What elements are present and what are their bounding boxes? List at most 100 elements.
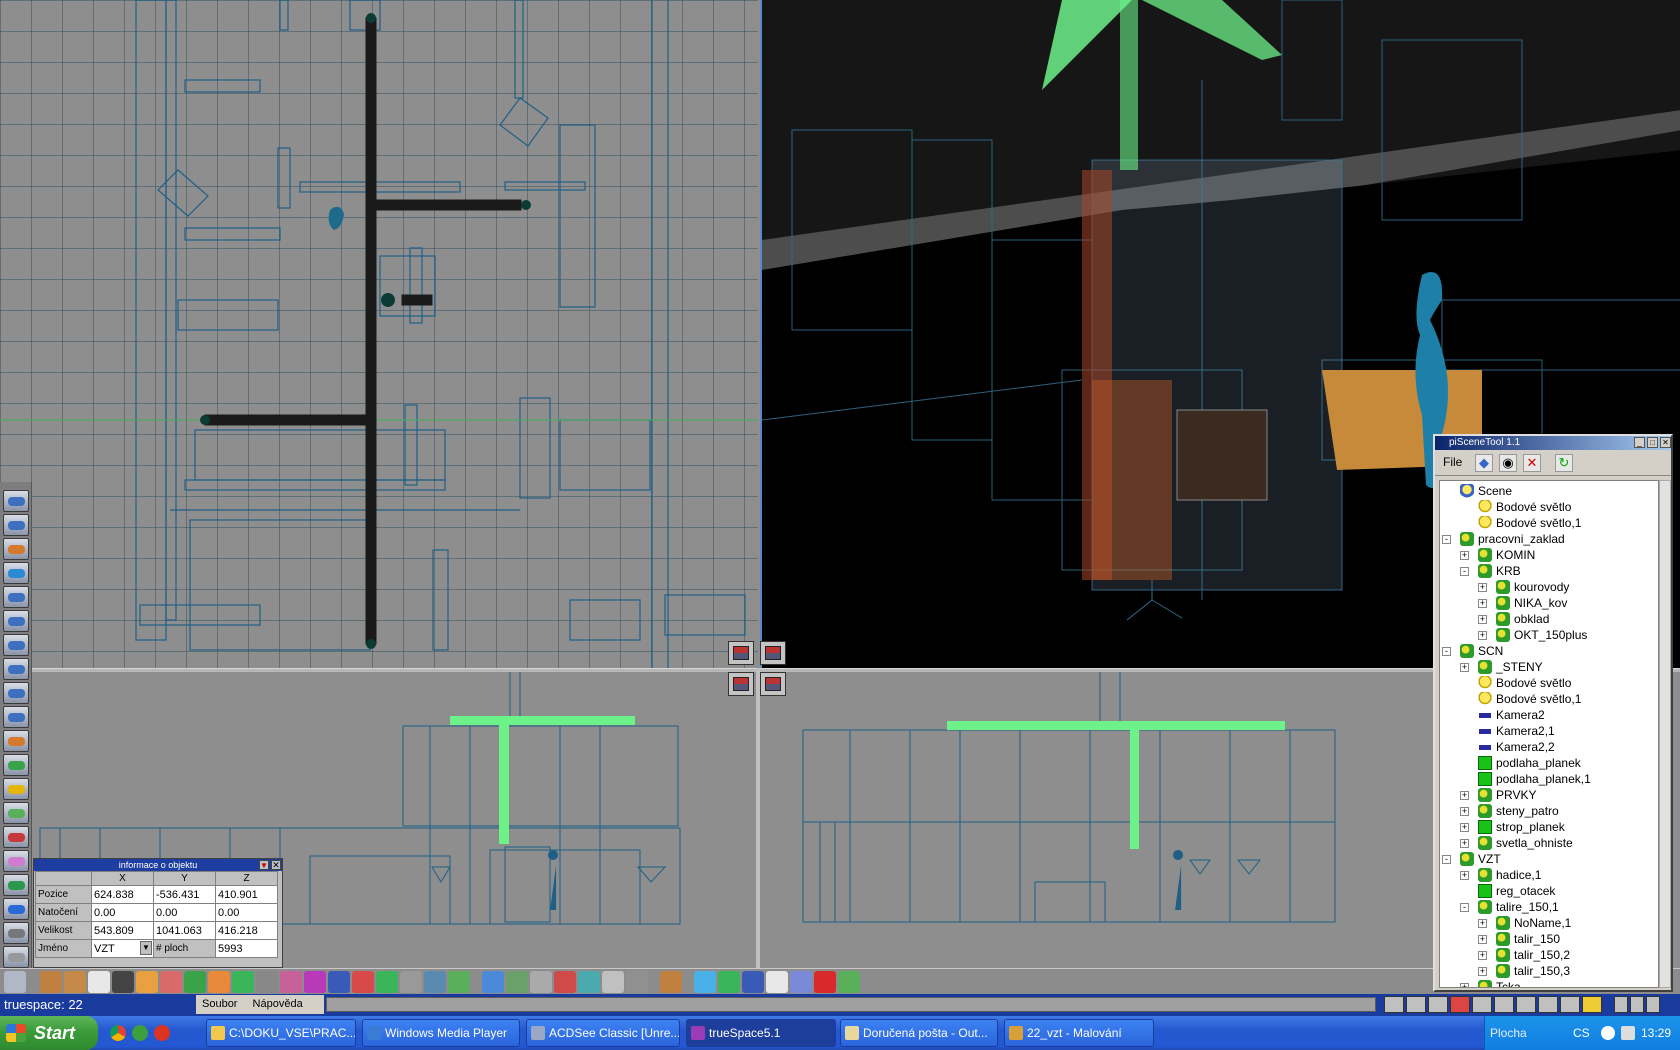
expand-icon[interactable]: +: [1478, 967, 1487, 976]
spheres-tool-icon[interactable]: [3, 538, 29, 560]
grid-icon[interactable]: [1516, 996, 1536, 1013]
undo-icon[interactable]: [790, 971, 812, 993]
tree-item[interactable]: + steny_patro: [1440, 803, 1658, 819]
refresh-icon[interactable]: ↻: [1555, 454, 1573, 472]
tree-item[interactable]: + hadice,1: [1440, 867, 1658, 883]
grid-icon[interactable]: [742, 971, 764, 993]
printer-tool-icon[interactable]: [3, 946, 29, 968]
tree-item[interactable]: Bodové světlo: [1440, 499, 1658, 515]
velikost-x-field[interactable]: 543.809: [91, 921, 154, 940]
natoceni-x-field[interactable]: 0.00: [91, 903, 154, 922]
pozice-x-field[interactable]: 624.838: [91, 885, 154, 904]
tree-item[interactable]: - KRB: [1440, 563, 1658, 579]
percent-tool-icon[interactable]: [3, 802, 29, 824]
landscape-tool-icon[interactable]: [3, 874, 29, 896]
triangle-icon[interactable]: [232, 971, 254, 993]
network-icon[interactable]: [1621, 1026, 1635, 1040]
spheres-tool-icon[interactable]: [3, 730, 29, 752]
scene-tree[interactable]: Scene Bodové světlo Bodové světlo,1 - pracov…: [1439, 480, 1659, 988]
tree-item[interactable]: + svetla_ohniste: [1440, 835, 1658, 851]
expand-icon[interactable]: +: [1460, 983, 1469, 987]
car-tool-icon[interactable]: [3, 610, 29, 632]
tree-item[interactable]: - VZT: [1440, 851, 1658, 867]
start-button[interactable]: Start: [0, 1016, 98, 1050]
expand-icon[interactable]: +: [1478, 919, 1487, 928]
car-tool-icon[interactable]: [3, 634, 29, 656]
expand-icon[interactable]: +: [1478, 951, 1487, 960]
eye-tool-icon[interactable]: [4, 971, 26, 993]
taskbar-item[interactable]: trueSpace5.1: [686, 1019, 836, 1047]
landscape-tool-icon[interactable]: [3, 898, 29, 920]
wrench-icon[interactable]: [448, 971, 470, 993]
fish-icon[interactable]: [424, 971, 446, 993]
collapse-icon[interactable]: -: [1460, 567, 1469, 576]
tree-item[interactable]: + kourovody: [1440, 579, 1658, 595]
tree-item[interactable]: + talir_150: [1440, 931, 1658, 947]
grid-icon[interactable]: [1406, 996, 1426, 1013]
box-icon[interactable]: [718, 971, 740, 993]
taskbar-item[interactable]: Doručená pošta - Out...: [840, 1019, 998, 1047]
pill-icon[interactable]: [208, 971, 230, 993]
cross-icon[interactable]: [554, 971, 576, 993]
tools-icon[interactable]: [3, 922, 29, 944]
render-icon[interactable]: [1450, 996, 1470, 1013]
scene-tool-titlebar[interactable]: piSceneTool 1.1 _ □ ✕: [1435, 436, 1671, 450]
layers-icon[interactable]: [506, 971, 528, 993]
file-menu[interactable]: File: [1443, 455, 1462, 469]
film-icon[interactable]: [112, 971, 134, 993]
palette-tool-icon[interactable]: [3, 826, 29, 848]
wave-icon[interactable]: [578, 971, 600, 993]
axis-icon[interactable]: [352, 971, 374, 993]
swirl-icon[interactable]: [304, 971, 326, 993]
axes-tool-icon[interactable]: [40, 971, 62, 993]
scissors-icon[interactable]: [626, 971, 648, 993]
tray-lang[interactable]: CS: [1573, 1016, 1590, 1050]
tree-item[interactable]: - pracovni_zaklad: [1440, 531, 1658, 547]
arrows-icon[interactable]: [482, 971, 504, 993]
tree-item[interactable]: + Tcka: [1440, 979, 1658, 987]
close-icon[interactable]: [1646, 996, 1660, 1013]
tray-toolbar-label[interactable]: Plocha: [1490, 1016, 1527, 1050]
sphere-icon[interactable]: [184, 971, 206, 993]
play-icon[interactable]: [814, 971, 836, 993]
tree-item[interactable]: + PRVKY: [1440, 787, 1658, 803]
tree-item[interactable]: - talire_150,1: [1440, 899, 1658, 915]
top-view-render-button[interactable]: [728, 641, 754, 665]
persp-view-render-button[interactable]: [760, 641, 786, 665]
front-view-render-button[interactable]: [728, 672, 754, 696]
spheres-tool-icon[interactable]: [3, 754, 29, 776]
tree-item[interactable]: Kamera2,2: [1440, 739, 1658, 755]
expand-icon[interactable]: +: [1460, 839, 1469, 848]
collapse-icon[interactable]: -: [1442, 535, 1451, 544]
chrome-icon[interactable]: [110, 1025, 126, 1041]
paint-icon[interactable]: [280, 971, 302, 993]
tree-item[interactable]: + strop_planek: [1440, 819, 1658, 835]
bend-icon[interactable]: [136, 971, 158, 993]
car-tool-icon[interactable]: [3, 586, 29, 608]
car-tool-icon[interactable]: [3, 514, 29, 536]
taskbar-item[interactable]: C:\DOKU_VSE\PRAC...: [206, 1019, 356, 1047]
spheres-tool-icon[interactable]: [3, 562, 29, 584]
menu-soubor[interactable]: Soubor: [202, 998, 237, 1010]
expand-icon[interactable]: +: [1478, 631, 1487, 640]
close-icon[interactable]: ✕: [271, 860, 281, 870]
restore-icon[interactable]: [1630, 996, 1644, 1013]
pozice-z-field[interactable]: 410.901: [215, 885, 278, 904]
tree-item[interactable]: + NoName,1: [1440, 915, 1658, 931]
expand-icon[interactable]: +: [1478, 615, 1487, 624]
grid-icon[interactable]: [1494, 996, 1514, 1013]
tree-item[interactable]: + NIKA_kov: [1440, 595, 1658, 611]
tree-item[interactable]: Bodové světlo: [1440, 675, 1658, 691]
wood-cube-icon[interactable]: [64, 971, 86, 993]
expand-icon[interactable]: +: [1478, 599, 1487, 608]
tree-item[interactable]: Kamera2,1: [1440, 723, 1658, 739]
car-tool-icon[interactable]: [3, 706, 29, 728]
car-tool-icon[interactable]: [3, 490, 29, 512]
expand-icon[interactable]: +: [1460, 791, 1469, 800]
x-icon[interactable]: [1560, 996, 1580, 1013]
lens-icon[interactable]: [530, 971, 552, 993]
tree-item[interactable]: podlaha_planek: [1440, 755, 1658, 771]
globe-icon[interactable]: [328, 971, 350, 993]
scene-tree-scrollbar[interactable]: [1659, 480, 1671, 988]
link-icon[interactable]: [400, 971, 422, 993]
